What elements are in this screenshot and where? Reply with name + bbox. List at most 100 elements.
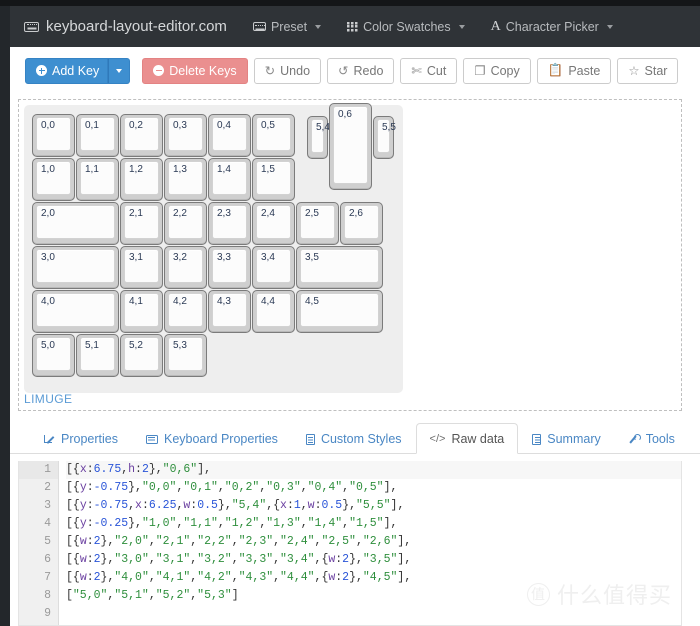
tab-summary[interactable]: Summary — [518, 423, 614, 454]
keyboard-key[interactable]: 4,0 — [32, 290, 119, 333]
keyboard-key[interactable]: 0,0 — [32, 114, 75, 157]
keyboard-key[interactable]: 5,0 — [32, 334, 75, 377]
redo-button[interactable]: ↺ Redo — [327, 57, 395, 84]
key-cap: 5,0 — [36, 337, 71, 371]
key-cap: 0,4 — [212, 117, 247, 151]
nav-item-label: Preset — [270, 19, 308, 34]
keyboard-editor-region[interactable]: 0,0 0,1 0,2 0,3 0,4 0,5 5,4 0,6 5,5 1,0 1,1 1,2 1,3 1… — [18, 99, 682, 411]
line-number: 8 — [44, 589, 51, 602]
code-line[interactable] — [66, 605, 681, 623]
key-cap: 4,4 — [256, 293, 291, 327]
line-number: 6 — [44, 553, 51, 566]
nav-item-color-swatches[interactable]: Color Swatches — [347, 20, 465, 34]
code-line[interactable]: [{y:-0.75},"0,0","0,1","0,2","0,3","0,4"… — [66, 479, 681, 497]
keyboard-key[interactable]: 1,0 — [32, 158, 75, 201]
code-line[interactable]: ["5,0","5,1","5,2","5,3"] — [66, 587, 681, 605]
raw-data-editor[interactable]: 123456789 [{x:6.75,h:2},"0,6"], [{y:-0.75… — [18, 461, 682, 626]
keyboard-key[interactable]: 1,1 — [76, 158, 119, 201]
keyboard-icon — [252, 22, 266, 31]
key-label: 2,4 — [261, 208, 275, 219]
keyboard-key[interactable]: 0,2 — [120, 114, 163, 157]
line-number: 5 — [44, 535, 51, 548]
keyboard-canvas[interactable]: 0,0 0,1 0,2 0,3 0,4 0,5 5,4 0,6 5,5 1,0 1,1 1,2 1,3 1… — [24, 103, 403, 377]
keyboard-key[interactable]: 5,2 — [120, 334, 163, 377]
star-button[interactable]: ☆ Star — [617, 57, 679, 84]
keyboard-key[interactable]: 1,4 — [208, 158, 251, 201]
keyboard-key[interactable]: 4,3 — [208, 290, 251, 333]
add-key-dropdown-toggle[interactable] — [108, 57, 131, 84]
keyboard-key[interactable]: 4,2 — [164, 290, 207, 333]
keyboard-key[interactable]: 0,6 — [329, 103, 372, 190]
code-line[interactable]: [{w:2},"4,0","4,1","4,2","4,3","4,4",{w:… — [66, 569, 681, 587]
keyboard-key[interactable]: 2,4 — [252, 202, 295, 245]
code-line[interactable]: [{w:2},"2,0","2,1","2,2","2,3","2,4","2,… — [66, 533, 681, 551]
keyboard-key[interactable]: 5,5 — [373, 116, 396, 160]
key-cap: 2,5 — [300, 205, 335, 239]
code-line[interactable]: [{y:-0.25},"1,0","1,1","1,2","1,3","1,4"… — [66, 515, 681, 533]
keyboard-key[interactable]: 2,6 — [340, 202, 383, 245]
keyboard-key[interactable]: 4,1 — [120, 290, 163, 333]
key-cap: 0,5 — [256, 117, 291, 151]
keyboard-key[interactable]: 2,2 — [164, 202, 207, 245]
copy-label: Copy — [490, 63, 520, 78]
keyboard-key[interactable]: 5,1 — [76, 334, 119, 377]
keyboard-key[interactable]: 0,3 — [164, 114, 207, 157]
nav-item-label: Character Picker — [505, 19, 599, 34]
keyboard-key[interactable]: 0,1 — [76, 114, 119, 157]
key-label: 4,1 — [129, 296, 143, 307]
keyboard-key[interactable]: 3,0 — [32, 246, 119, 289]
keyboard-key[interactable]: 3,3 — [208, 246, 251, 289]
letter-a-icon: A — [490, 18, 501, 34]
key-label: 2,5 — [305, 208, 319, 219]
keyboard-key[interactable]: 4,5 — [296, 290, 383, 333]
key-cap: 1,2 — [124, 161, 159, 195]
undo-button[interactable]: ↻ Undo — [253, 57, 322, 84]
keyboard-key[interactable]: 3,5 — [296, 246, 383, 289]
tab-raw-data[interactable]: </> Raw data — [415, 423, 519, 454]
copy-icon: ❐ — [474, 64, 486, 78]
keyboard-panel[interactable]: 0,0 0,1 0,2 0,3 0,4 0,5 5,4 0,6 5,5 1,0 1,1 1,2 1,3 1… — [24, 103, 403, 393]
brand[interactable]: keyboard-layout-editor.com — [24, 18, 227, 35]
keyboard-key[interactable]: 0,5 — [252, 114, 295, 157]
key-cap: 2,3 — [212, 205, 247, 239]
keyboard-key[interactable]: 2,0 — [32, 202, 119, 245]
key-label: 4,2 — [173, 296, 187, 307]
keyboard-key[interactable]: 3,4 — [252, 246, 295, 289]
plus-circle-icon — [36, 65, 47, 76]
undo-arrow-icon: ↻ — [264, 64, 276, 78]
line-number: 9 — [44, 607, 51, 620]
code-area[interactable]: [{x:6.75,h:2},"0,6"], [{y:-0.75},"0,0","0… — [60, 461, 681, 625]
cut-button[interactable]: ✄ Cut — [400, 57, 458, 84]
code-line[interactable]: [{x:6.75,h:2},"0,6"], — [66, 461, 681, 479]
keyboard-key[interactable]: 2,5 — [296, 202, 339, 245]
grid-icon — [347, 21, 359, 32]
tab-custom-styles[interactable]: Custom Styles — [292, 423, 416, 454]
key-cap: 2,1 — [124, 205, 159, 239]
keyboard-key[interactable]: 3,2 — [164, 246, 207, 289]
keyboard-key[interactable]: 1,2 — [120, 158, 163, 201]
keyboard-key[interactable]: 5,3 — [164, 334, 207, 377]
copy-button[interactable]: ❐ Copy — [463, 57, 531, 84]
keyboard-key[interactable]: 2,1 — [120, 202, 163, 245]
keyboard-footer-link[interactable]: LIMUGE — [24, 392, 72, 406]
keyboard-key[interactable]: 2,3 — [208, 202, 251, 245]
code-line[interactable]: [{w:2},"3,0","3,1","3,2","3,3","3,4",{w:… — [66, 551, 681, 569]
tab-properties[interactable]: Properties — [30, 423, 132, 454]
tab-tools[interactable]: Tools — [615, 423, 689, 454]
keyboard-key[interactable]: 3,1 — [120, 246, 163, 289]
keyboard-key[interactable]: 5,4 — [307, 116, 330, 160]
undo-label: Undo — [280, 63, 311, 78]
navbar: keyboard-layout-editor.com Preset Color … — [10, 6, 700, 47]
delete-keys-button[interactable]: Delete Keys — [142, 57, 248, 84]
paste-button[interactable]: 📋 Paste — [536, 57, 612, 84]
delete-keys-label: Delete Keys — [169, 63, 237, 78]
nav-item-preset[interactable]: Preset — [252, 19, 322, 34]
code-line[interactable]: [{y:-0.75,x:6.25,w:0.5},"5,4",{x:1,w:0.5… — [66, 497, 681, 515]
add-key-button[interactable]: Add Key — [25, 57, 109, 84]
keyboard-key[interactable]: 1,3 — [164, 158, 207, 201]
keyboard-key[interactable]: 0,4 — [208, 114, 251, 157]
keyboard-key[interactable]: 1,5 — [252, 158, 295, 201]
keyboard-key[interactable]: 4,4 — [252, 290, 295, 333]
nav-item-character-picker[interactable]: A Character Picker — [490, 18, 613, 34]
tab-keyboard-properties[interactable]: Keyboard Properties — [132, 423, 292, 454]
